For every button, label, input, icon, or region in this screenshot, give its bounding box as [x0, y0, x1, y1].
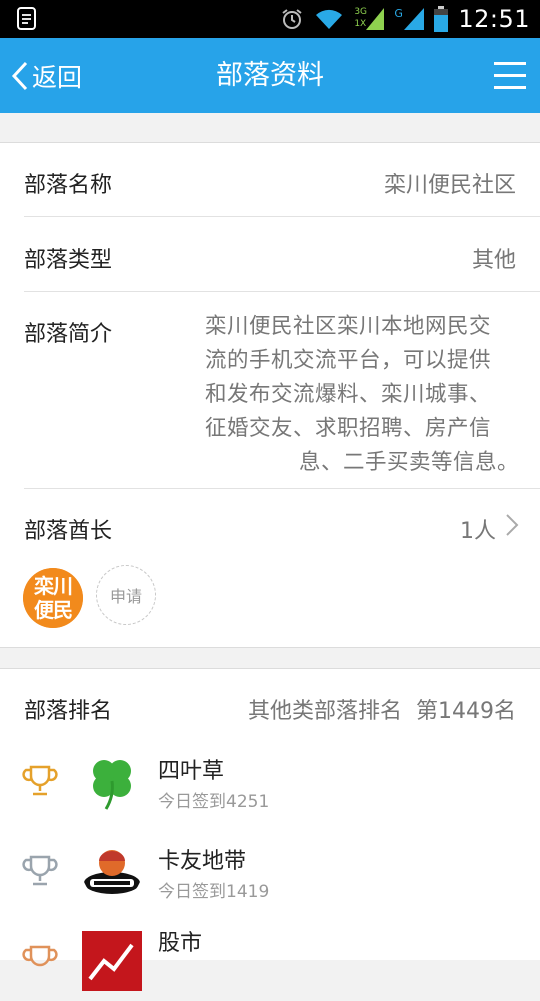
tribe-type-label: 部落类型 — [24, 248, 113, 273]
tribe-type-row: 部落类型 其他 — [0, 217, 540, 291]
tribe-name-value: 栾川便民社区 — [383, 173, 516, 198]
ranking-item-name: 股市 — [158, 931, 203, 956]
tribe-name-row: 部落名称 栾川便民社区 — [0, 143, 540, 216]
ranking-row: 部落排名 其他类部落排名 第1449名 — [0, 669, 540, 741]
ranking-item-name: 卡友地带 — [158, 849, 247, 874]
signal-3g-icon: 3G 1X — [354, 6, 385, 32]
card-friends-logo-icon — [82, 841, 142, 901]
ranking-item-checkins: 今日签到1419 — [158, 882, 270, 902]
status-bar: 3G 1X G 12:51 — [0, 0, 540, 38]
chevron-right-icon — [506, 514, 519, 536]
menu-icon[interactable] — [492, 58, 528, 92]
back-button[interactable]: 返回 — [10, 38, 82, 113]
ranking-value: 其他类部落排名 第1449名 — [247, 699, 516, 724]
tribe-type-value: 其他 — [471, 248, 516, 273]
tribe-intro-text: 栾川便民社区栾川本地网民交 流的手机交流平台，可以提供 和发布交流爆料、栾川城事… — [205, 314, 519, 475]
alarm-icon — [282, 9, 302, 29]
ranking-item-3[interactable]: 股市 — [0, 921, 540, 1001]
ranking-item-2[interactable]: 卡友地带 今日签到1419 — [0, 831, 540, 911]
ranking-item-checkins: 今日签到4251 — [158, 792, 270, 812]
tribe-intro-row: 部落简介 栾川便民社区栾川本地网民交 流的手机交流平台，可以提供 和发布交流爆料… — [0, 292, 540, 488]
bronze-trophy-icon — [22, 945, 58, 967]
chevron-left-icon — [11, 61, 28, 90]
clover-icon — [82, 751, 142, 811]
ranking-item-1[interactable]: 四叶草 今日签到4251 — [0, 741, 540, 821]
tribe-ranking-card: 部落排名 其他类部落排名 第1449名 四叶草 今日签到4251 卡友地带 今日… — [0, 668, 540, 991]
ranking-item-name: 四叶草 — [158, 759, 225, 784]
gold-trophy-icon — [22, 765, 58, 796]
chief-avatar[interactable]: 栾川便民 — [23, 568, 83, 628]
ranking-label: 部落排名 — [24, 699, 113, 724]
battery-icon — [434, 6, 449, 32]
stock-market-logo-icon — [82, 931, 142, 991]
apply-button[interactable]: 申请 — [96, 565, 156, 625]
tribe-chief-row[interactable]: 部落酋长 1人 — [0, 489, 540, 559]
clock: 12:51 — [458, 5, 530, 33]
app-header: 返回 部落资料 — [0, 38, 540, 113]
tribe-profile-card: 部落名称 栾川便民社区 部落类型 其他 部落简介 栾川便民社区栾川本地网民交 流… — [0, 142, 540, 648]
notification-doc-icon — [17, 7, 36, 30]
wifi-icon — [316, 9, 343, 29]
back-label: 返回 — [32, 62, 83, 92]
signal-g-icon: G — [394, 6, 425, 32]
silver-trophy-icon — [22, 855, 58, 886]
tribe-name-label: 部落名称 — [24, 173, 113, 198]
tribe-intro-label: 部落简介 — [24, 322, 113, 347]
tribe-chief-count: 1人 — [460, 519, 496, 544]
tribe-chief-label: 部落酋长 — [24, 519, 113, 544]
